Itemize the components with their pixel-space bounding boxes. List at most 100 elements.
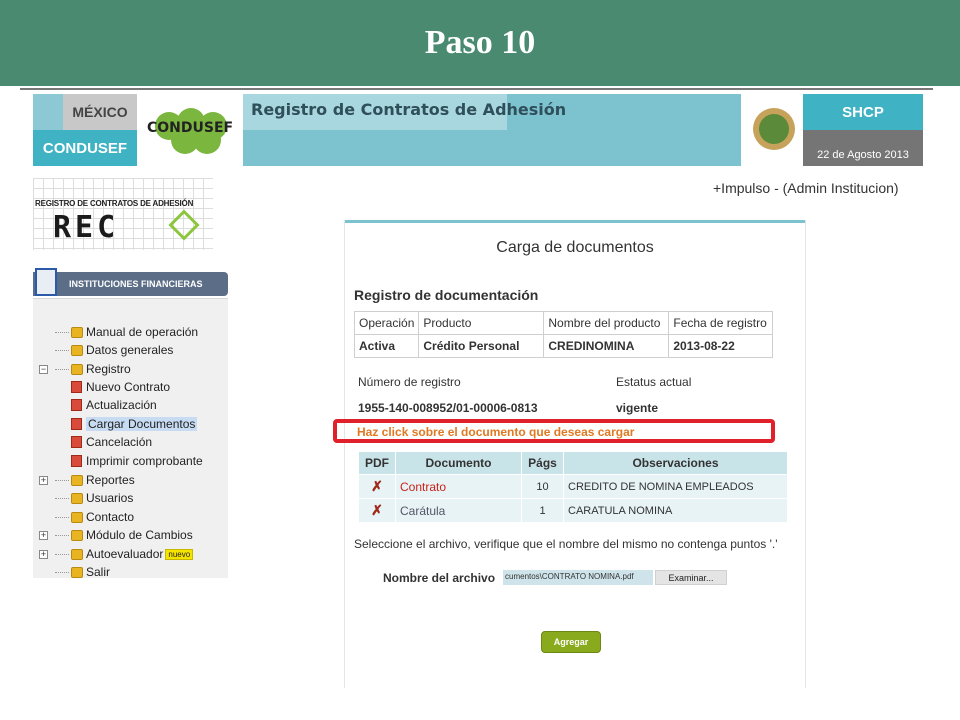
folder-icon [71, 492, 83, 504]
condusef-logo: CONDUSEF [137, 94, 243, 166]
sidebar-item-imprimir[interactable]: Imprimir comprobante [71, 452, 203, 470]
user-info[interactable]: +Impulso - (Admin Institucion) [713, 180, 899, 196]
folder-icon [71, 548, 83, 560]
sidebar-item-label: Registro [86, 362, 131, 376]
expand-icon[interactable]: + [39, 549, 48, 559]
registration-info-table: Operación Producto Nombre del producto F… [353, 311, 774, 358]
page-icon [71, 381, 82, 393]
document-cell: Contrato [395, 474, 522, 499]
sidebar-item-label: Datos generales [86, 343, 174, 357]
document-cell: Carátula [395, 498, 522, 523]
browser-page: MÉXICO CONDUSEF CONDUSEF Registro de Con… [33, 94, 925, 688]
sidebar-item-contacto[interactable]: Contacto [55, 508, 134, 526]
sidebar-section-header: INSTITUCIONES FINANCIERAS [33, 272, 228, 296]
sidebar-item-label: Salir [86, 565, 111, 579]
pdf-icon[interactable]: ✗ [358, 474, 396, 499]
sidebar-item-cargar-documentos[interactable]: Cargar Documentos [71, 415, 198, 433]
column-header: Documento [395, 451, 522, 475]
info-value: Crédito Personal [418, 334, 545, 358]
pdf-icon[interactable]: ✗ [358, 498, 396, 523]
tree-connector [55, 516, 69, 518]
status-label: Estatus actual [616, 375, 692, 389]
sidebar-item-datos[interactable]: Datos generales [55, 341, 173, 359]
info-header: Fecha de registro [668, 311, 774, 335]
registration-number-label: Número de registro [358, 375, 461, 389]
tree-connector [55, 368, 69, 370]
condusef-logo-text: CONDUSEF [147, 120, 234, 136]
seal-center [759, 114, 789, 144]
column-header: PDF [358, 451, 396, 475]
document-link-contrato[interactable]: Contrato [400, 480, 446, 494]
upload-panel: Carga de documentos Registro de document… [333, 220, 805, 688]
sidebar-item-label: Cancelación [86, 435, 153, 449]
sidebar-item-label: Contacto [86, 510, 135, 524]
checklist-icon [35, 268, 57, 296]
header-shcp: SHCP [803, 94, 923, 130]
sidebar-item-nuevo-contrato[interactable]: Nuevo Contrato [71, 378, 170, 396]
status-value: vigente [616, 401, 659, 415]
document-link-caratula[interactable]: Carátula [400, 504, 445, 518]
header-condusef: CONDUSEF [33, 130, 137, 166]
info-header: Producto [418, 311, 545, 335]
slide-banner: Paso 10 [0, 0, 960, 86]
sidebar-item-modulo-cambios[interactable]: + Módulo de Cambios [39, 526, 193, 544]
folder-icon [71, 326, 83, 338]
sidebar-item-label: Actualización [86, 398, 157, 412]
folder-icon [71, 344, 83, 356]
new-badge: nuevo [165, 548, 194, 560]
info-header: Operación [353, 311, 420, 335]
header-accent [33, 94, 63, 130]
file-name-label: Nombre del archivo [383, 571, 496, 585]
reca-wordmark: REC [53, 210, 120, 245]
sidebar-item-reportes[interactable]: + Reportes [39, 471, 135, 489]
info-value: Activa [353, 334, 420, 358]
sidebar-item-actualizacion[interactable]: Actualización [71, 396, 157, 414]
sidebar-item-usuarios[interactable]: Usuarios [55, 489, 133, 507]
notes-cell: CREDITO DE NOMINA EMPLEADOS [563, 474, 788, 499]
browse-button[interactable]: Examinar... [655, 570, 727, 585]
sidebar-item-cancelacion[interactable]: Cancelación [71, 433, 152, 451]
tree-connector [55, 479, 69, 481]
info-header: Nombre del producto [543, 311, 670, 335]
file-path-input[interactable]: cumentos\CONTRATO NOMINA.pdf [503, 570, 653, 585]
file-hint: Seleccione el archivo, verifique que el … [354, 537, 778, 551]
column-header: Observaciones [563, 451, 788, 475]
expand-icon[interactable]: + [39, 530, 48, 540]
slide-title: Paso 10 [424, 24, 536, 61]
table-row: ✗ Contrato 10 CREDITO DE NOMINA EMPLEADO… [358, 474, 788, 499]
pages-cell: 10 [521, 474, 564, 499]
sidebar-item-label: Módulo de Cambios [86, 528, 193, 542]
reca-caption: REGISTRO DE CONTRATOS DE ADHESIÓN [35, 199, 194, 208]
pages-cell: 1 [521, 498, 564, 523]
page-icon [71, 399, 82, 411]
folder-icon [71, 529, 83, 541]
expand-icon[interactable]: + [39, 475, 48, 485]
folder-icon [71, 511, 83, 523]
add-button[interactable]: Agregar [541, 631, 601, 653]
screenshot-frame: MÉXICO CONDUSEF CONDUSEF Registro de Con… [20, 88, 933, 688]
sidebar-item-salir[interactable]: Salir [55, 563, 110, 581]
column-header: Págs [521, 451, 564, 475]
sidebar-item-autoevaluador[interactable]: + Autoevaluador nuevo [39, 545, 194, 563]
sidebar-item-label: Usuarios [86, 491, 134, 505]
folder-icon [71, 474, 83, 486]
sidebar-item-label: Reportes [86, 473, 135, 487]
info-value: CREDINOMINA [543, 334, 670, 358]
collapse-icon[interactable]: − [39, 364, 48, 374]
header-mexico: MÉXICO [63, 94, 137, 130]
header-date: 22 de Agosto 2013 [803, 130, 923, 166]
sidebar-item-label: Nuevo Contrato [86, 380, 171, 394]
tree-connector [55, 571, 69, 573]
page-icon [71, 418, 82, 430]
sidebar-item-label: Autoevaluador [86, 547, 164, 561]
tree-connector [55, 497, 69, 499]
sidebar-item-label: Imprimir comprobante [86, 454, 203, 468]
mexico-seal-icon [745, 94, 803, 166]
notes-cell: CARATULA NOMINA [563, 498, 788, 523]
section-title: Registro de documentación [354, 287, 539, 303]
folder-icon [71, 566, 83, 578]
tree-connector [55, 534, 69, 536]
sidebar-item-registro[interactable]: − Registro [39, 360, 131, 378]
sidebar-item-manual[interactable]: Manual de operación [55, 323, 198, 341]
tree-connector [55, 349, 69, 351]
